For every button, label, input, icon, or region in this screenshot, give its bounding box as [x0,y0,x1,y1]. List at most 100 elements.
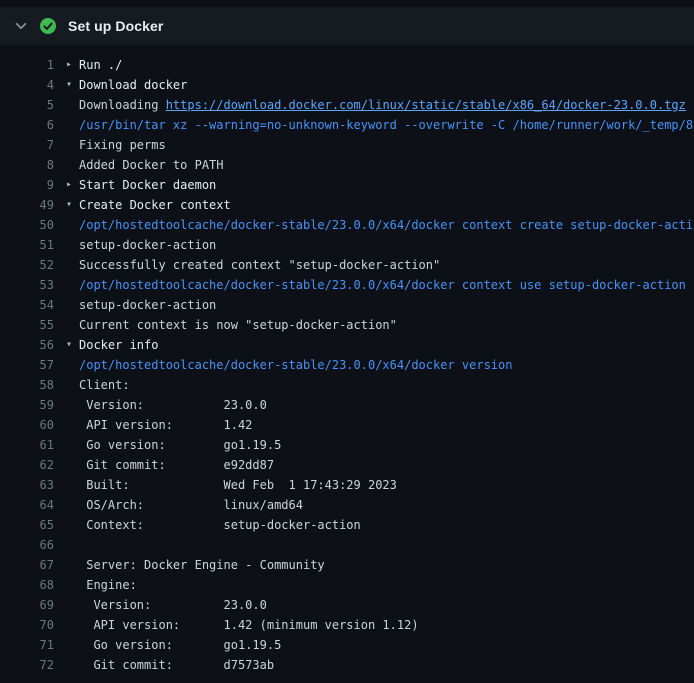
log-group-row[interactable]: 56 ▾Docker info [0,335,694,355]
log-text: Current context is now "setup-docker-act… [79,315,397,335]
log-row: 59 Version: 23.0.0 [0,395,694,415]
chevron-down-icon[interactable] [14,19,28,33]
log-row: 70 API version: 1.42 (minimum version 1.… [0,615,694,635]
log-group-row[interactable]: 49 ▾Create Docker context [0,195,694,215]
log-row: 52 Successfully created context "setup-do… [0,255,694,275]
log-group-row[interactable]: 1 ▸Run ./ [0,55,694,75]
log-text: Version: 23.0.0 [79,395,267,415]
log-row: 66 [0,535,694,555]
line-content: Current context is now "setup-docker-act… [66,315,397,335]
log-text: Run ./ [79,55,122,75]
line-number[interactable]: 57 [0,355,54,375]
line-number[interactable]: 61 [0,435,54,455]
line-content: Go version: go1.19.5 [66,435,281,455]
log-text: Download docker [79,75,187,95]
line-number[interactable]: 69 [0,595,54,615]
log-text: Docker info [79,335,158,355]
line-number[interactable]: 72 [0,655,54,675]
line-number[interactable]: 56 [0,335,54,355]
line-number[interactable]: 55 [0,315,54,335]
line-number[interactable]: 62 [0,455,54,475]
line-number[interactable]: 64 [0,495,54,515]
line-content: /opt/hostedtoolcache/docker-stable/23.0.… [66,215,694,235]
line-number[interactable]: 60 [0,415,54,435]
log-row: 62 Git commit: e92dd87 [0,455,694,475]
line-number[interactable]: 70 [0,615,54,635]
line-number[interactable]: 6 [0,115,54,135]
log-text: Git commit: d7573ab [79,655,274,675]
log-row: 53/opt/hostedtoolcache/docker-stable/23.… [0,275,694,295]
group-chevron-down-icon[interactable]: ▾ [66,75,79,95]
line-content: Added Docker to PATH [66,155,224,175]
line-number[interactable]: 59 [0,395,54,415]
line-number[interactable]: 58 [0,375,54,395]
log-text: /opt/hostedtoolcache/docker-stable/23.0.… [79,355,512,375]
log-row: 50/opt/hostedtoolcache/docker-stable/23.… [0,215,694,235]
log-group-row[interactable]: 9 ▸Start Docker daemon [0,175,694,195]
log-row: 57/opt/hostedtoolcache/docker-stable/23.… [0,355,694,375]
line-content: ▾Download docker [66,75,187,95]
log-text: Git commit: e92dd87 [79,455,274,475]
line-content: Built: Wed Feb 1 17:43:29 2023 [66,475,397,495]
line-number[interactable]: 7 [0,135,54,155]
line-number[interactable]: 68 [0,575,54,595]
group-chevron-down-icon[interactable]: ▾ [66,195,79,215]
log-text: Added Docker to PATH [79,155,224,175]
line-number[interactable]: 1 [0,55,54,75]
line-content: Go version: go1.19.5 [66,635,281,655]
line-number[interactable]: 71 [0,635,54,655]
line-number[interactable]: 63 [0,475,54,495]
log-row: 7 Fixing perms [0,135,694,155]
line-content: OS/Arch: linux/amd64 [66,495,303,515]
log-text: Create Docker context [79,195,231,215]
log-text: API version: 1.42 (minimum version 1.12) [79,615,419,635]
line-content: setup-docker-action [66,235,216,255]
line-content: Git commit: e92dd87 [66,455,274,475]
log-text: /opt/hostedtoolcache/docker-stable/23.0.… [79,215,694,235]
line-number[interactable]: 50 [0,215,54,235]
line-content: Version: 23.0.0 [66,595,267,615]
line-content: ▸Start Docker daemon [66,175,216,195]
line-number[interactable]: 8 [0,155,54,175]
log-text: /usr/bin/tar xz --warning=no-unknown-key… [79,115,694,135]
group-chevron-right-icon[interactable]: ▸ [66,55,79,75]
log-group-row[interactable]: 4 ▾Download docker [0,75,694,95]
line-number[interactable]: 52 [0,255,54,275]
line-number[interactable]: 49 [0,195,54,215]
line-number[interactable]: 53 [0,275,54,295]
line-content: ▸Run ./ [66,55,122,75]
log-text: Version: 23.0.0 [79,595,267,615]
log-text: Server: Docker Engine - Community [79,555,325,575]
line-content: setup-docker-action [66,295,216,315]
line-number[interactable]: 54 [0,295,54,315]
line-number[interactable]: 65 [0,515,54,535]
line-number[interactable]: 51 [0,235,54,255]
group-chevron-down-icon[interactable]: ▾ [66,335,79,355]
line-number[interactable]: 5 [0,95,54,115]
line-content: Engine: [66,575,137,595]
line-number[interactable]: 4 [0,75,54,95]
log-text: Engine: [79,575,137,595]
line-number[interactable]: 67 [0,555,54,575]
log-row: 68 Engine: [0,575,694,595]
group-chevron-right-icon[interactable]: ▸ [66,175,79,195]
line-number[interactable]: 66 [0,535,54,555]
line-content: Fixing perms [66,135,166,155]
log-text: Successfully created context "setup-dock… [79,255,440,275]
log-text: setup-docker-action [79,235,216,255]
line-content: /usr/bin/tar xz --warning=no-unknown-key… [66,115,694,135]
line-content: API version: 1.42 (minimum version 1.12) [66,615,419,635]
log-text: Go version: go1.19.5 [79,435,281,455]
line-number[interactable]: 9 [0,175,54,195]
step-header[interactable]: Set up Docker [0,7,694,45]
log-link[interactable]: https://download.docker.com/linux/static… [166,95,686,115]
line-content: ▾Create Docker context [66,195,231,215]
log-text: Client: [79,375,130,395]
log-row: 55 Current context is now "setup-docker-a… [0,315,694,335]
line-content: Successfully created context "setup-dock… [66,255,440,275]
step-title: Set up Docker [68,18,163,34]
log-text: Start Docker daemon [79,175,216,195]
line-content: Git commit: d7573ab [66,655,274,675]
log-row: 71 Go version: go1.19.5 [0,635,694,655]
line-content: ▾Docker info [66,335,158,355]
